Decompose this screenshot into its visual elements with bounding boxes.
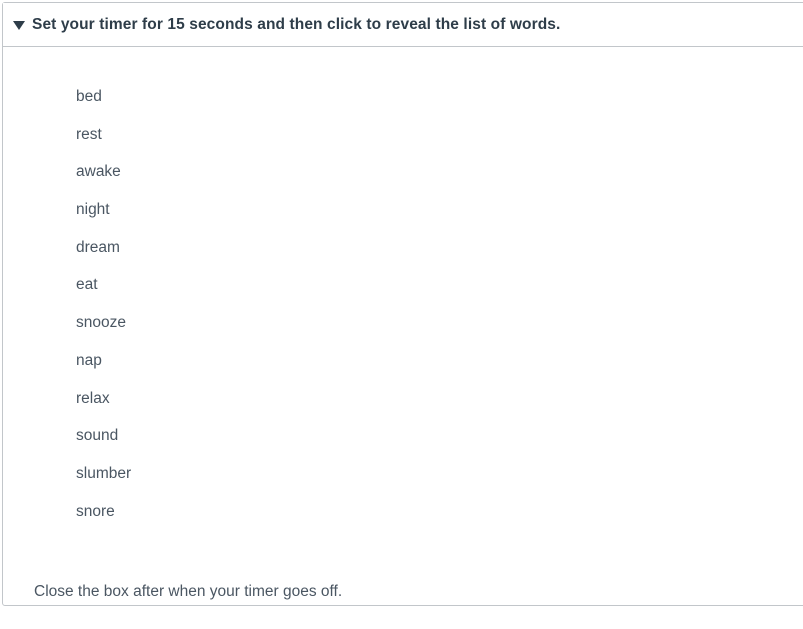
list-item: eat bbox=[76, 276, 98, 294]
list-item: nap bbox=[76, 351, 102, 369]
list-item: sound bbox=[76, 427, 119, 445]
list-item: night bbox=[76, 201, 110, 219]
list-item: bed bbox=[76, 88, 102, 105]
list-item: dream bbox=[76, 238, 120, 256]
list-item: slumber bbox=[76, 464, 132, 482]
panel-body: bed rest awake night dream eat snooze na… bbox=[3, 47, 803, 601]
collapsible-word-list-panel: Set your timer for 15 seconds and then c… bbox=[2, 2, 803, 606]
triangle-down-icon[interactable] bbox=[13, 20, 25, 30]
list-item: relax bbox=[76, 389, 110, 407]
list-item: rest bbox=[76, 125, 102, 143]
list-item: snooze bbox=[76, 314, 126, 332]
panel-header-toggle[interactable]: Set your timer for 15 seconds and then c… bbox=[3, 3, 803, 47]
panel-title: Set your timer for 15 seconds and then c… bbox=[32, 15, 561, 33]
list-item: snore bbox=[76, 502, 115, 520]
list-item: awake bbox=[76, 163, 121, 181]
word-list: bed rest awake night dream eat snooze na… bbox=[3, 47, 803, 539]
footer-instruction-text: Close the box after when your timer goes… bbox=[34, 583, 343, 601]
